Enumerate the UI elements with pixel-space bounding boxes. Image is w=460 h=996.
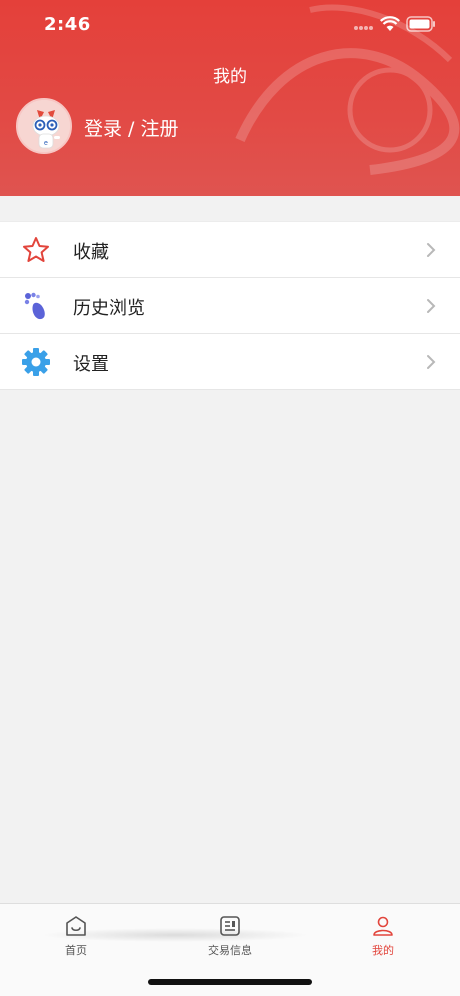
- menu-item-history[interactable]: 历史浏览: [0, 278, 460, 334]
- tab-mine[interactable]: 我的: [343, 914, 423, 958]
- menu-item-settings[interactable]: 设置: [0, 334, 460, 390]
- menu-item-favorites[interactable]: 收藏: [0, 222, 460, 278]
- avatar[interactable]: e: [16, 98, 72, 154]
- tab-label: 交易信息: [208, 944, 252, 957]
- chevron-right-icon: [427, 355, 436, 369]
- news-icon: [220, 916, 240, 936]
- profile-icon: [373, 916, 393, 936]
- menu-item-label: 设置: [73, 354, 109, 375]
- battery-icon: [406, 16, 435, 32]
- profile-header: 2:46 我的 e 登录 / 注册: [0, 0, 460, 196]
- tab-home[interactable]: 首页: [36, 914, 116, 958]
- wifi-icon: [380, 16, 400, 31]
- chevron-right-icon: [427, 299, 436, 313]
- login-register-link[interactable]: 登录 / 注册: [84, 114, 178, 141]
- app-screen: 2:46 我的 e 登录 / 注册 收藏 历史浏览 设置 首页 交易信息 我的: [0, 0, 460, 996]
- star-icon: [23, 237, 49, 262]
- status-time: 2:46: [44, 14, 91, 35]
- menu-item-label: 历史浏览: [73, 298, 145, 319]
- signal-icon: [354, 26, 373, 30]
- home-indicator[interactable]: [148, 979, 312, 985]
- mascot-avatar-icon: e: [18, 100, 70, 152]
- tab-trade-info[interactable]: 交易信息: [190, 914, 270, 958]
- status-bar: 2:46: [0, 0, 460, 50]
- footprint-icon: [24, 292, 45, 320]
- tab-label: 我的: [372, 944, 394, 957]
- gear-icon: [22, 348, 50, 376]
- chevron-right-icon: [427, 243, 436, 257]
- page-title: 我的: [213, 67, 247, 87]
- tab-label: 首页: [65, 944, 87, 957]
- home-icon: [66, 916, 86, 936]
- profile-menu: 收藏 历史浏览 设置: [0, 221, 460, 390]
- menu-item-label: 收藏: [73, 242, 109, 263]
- svg-text:e: e: [44, 140, 48, 147]
